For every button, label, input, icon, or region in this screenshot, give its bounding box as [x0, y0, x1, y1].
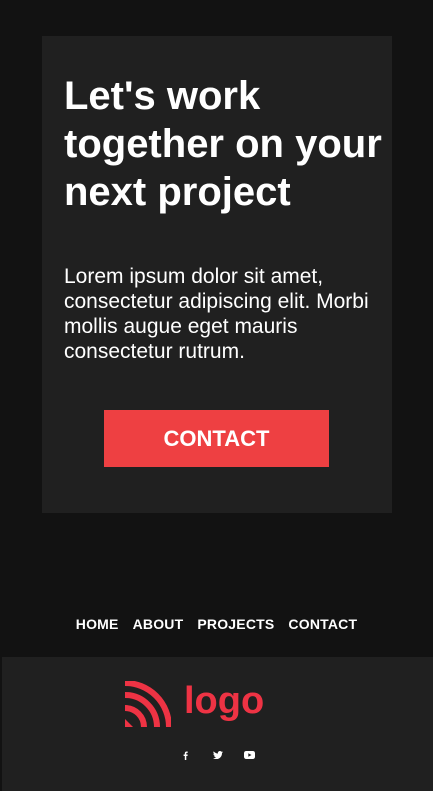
nav-link-about[interactable]: ABOUT: [133, 613, 184, 635]
cta-body-text: Lorem ipsum dolor sit amet, consectetur …: [64, 265, 369, 363]
footer: logo: [2, 657, 433, 791]
social-links: [2, 748, 433, 762]
youtube-icon[interactable]: [243, 748, 257, 762]
cta-heading: Let's work together on your next project: [64, 74, 382, 214]
contact-button[interactable]: CONTACT: [104, 410, 329, 467]
nav-link-contact[interactable]: CONTACT: [288, 613, 357, 635]
footer-nav: HOME ABOUT PROJECTS CONTACT: [0, 613, 433, 635]
twitter-icon[interactable]: [211, 748, 225, 762]
cta-card: Let's work together on your next project…: [42, 36, 392, 513]
nav-link-home[interactable]: HOME: [76, 613, 119, 635]
signal-waves-icon: [124, 681, 171, 728]
logo-text: logo: [184, 680, 265, 722]
logo[interactable]: logo: [123, 680, 264, 730]
nav-link-projects[interactable]: PROJECTS: [197, 613, 274, 635]
facebook-icon[interactable]: [179, 748, 193, 762]
